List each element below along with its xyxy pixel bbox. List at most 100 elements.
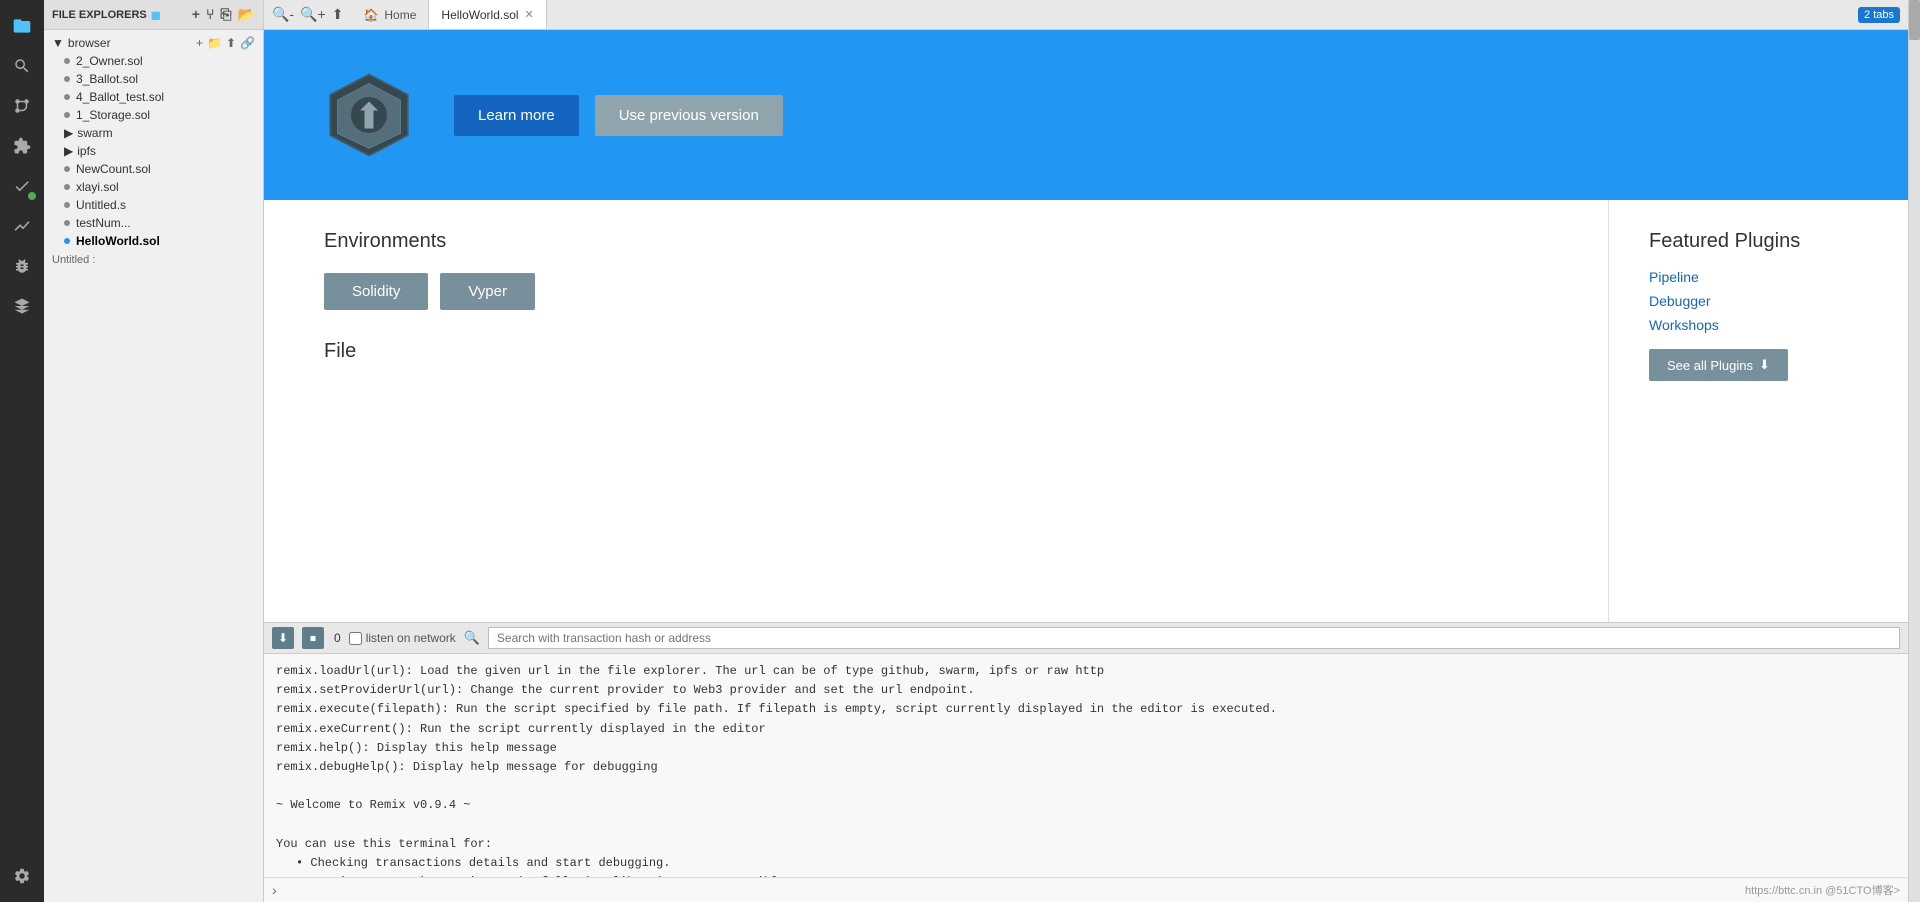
tab-home-icon[interactable]: ⬆ (332, 6, 344, 23)
swarm-label: swarm (77, 126, 112, 140)
file-name: testNum... (76, 216, 131, 230)
see-all-plugins-button[interactable]: See all Plugins ⬇ (1649, 349, 1788, 381)
file-item[interactable]: 3_Ballot.sol (44, 70, 263, 88)
file-item[interactable]: 1_Storage.sol (44, 106, 263, 124)
remix-logo (324, 70, 414, 160)
search-icon[interactable] (4, 48, 40, 84)
browser-triangle: ▼ (52, 36, 64, 50)
file-item[interactable]: xlayi.sol (44, 178, 263, 196)
tab-helloworld[interactable]: HelloWorld.sol ✕ (429, 0, 546, 29)
terminal-search-icon[interactable]: 🔍 (464, 630, 480, 646)
fe-add-icon[interactable]: + (192, 6, 200, 23)
use-previous-button[interactable]: Use previous version (595, 95, 783, 136)
untitled-label: Untitled : (44, 250, 263, 270)
listen-on-network[interactable]: listen on network (349, 631, 456, 645)
fe-link-icon[interactable]: 🔗 (240, 36, 255, 50)
fe-load-icon[interactable]: ⬆ (226, 36, 236, 50)
tab-helloworld-label: HelloWorld.sol (441, 8, 518, 22)
git-icon[interactable] (4, 88, 40, 124)
content-area: Learn more Use previous version Environm… (264, 30, 1908, 902)
file-name: NewCount.sol (76, 162, 151, 176)
home-content: Environments Solidity Vyper File Feature… (264, 200, 1908, 622)
file-item[interactable]: testNum... (44, 214, 263, 232)
file-dot (64, 112, 70, 118)
terminal-output: remix.loadUrl(url): Load the given url i… (264, 654, 1908, 877)
terminal-prompt: › https://bttc.cn.in @51CTO博客> (264, 877, 1908, 902)
fe-copy-icon[interactable]: ⎘ (220, 6, 231, 23)
terminal-line: remix.debugHelp(): Display help message … (276, 758, 1896, 777)
see-all-arrow-icon: ⬇ (1759, 357, 1770, 373)
layers-icon[interactable] (4, 288, 40, 324)
tabs-count: 2 tabs (1858, 7, 1900, 23)
settings-icon[interactable] (4, 858, 40, 894)
tab-home-label: Home (384, 8, 416, 22)
fe-new-folder-icon[interactable]: 📁 (207, 36, 222, 50)
file-dot (64, 220, 70, 226)
file-section-title: File (324, 340, 1548, 363)
terminal-bullet: • Checking transactions details and star… (276, 854, 1896, 873)
swarm-folder[interactable]: ▶ swarm (44, 124, 263, 142)
terminal-url: https://bttc.cn.in @51CTO博客> (1745, 882, 1900, 898)
terminal-count: 0 (334, 631, 341, 645)
plugin-pipeline[interactable]: Pipeline (1649, 269, 1868, 285)
file-item[interactable]: NewCount.sol (44, 160, 263, 178)
fe-new-file-icon[interactable]: + (196, 36, 203, 50)
scrollbar-thumb[interactable] (1909, 0, 1920, 40)
browser-folder[interactable]: ▼ browser + 📁 ⬆ 🔗 (44, 34, 263, 52)
ipfs-label: ipfs (77, 144, 96, 158)
browser-label: browser (68, 36, 111, 50)
terminal-line: remix.loadUrl(url): Load the given url i… (276, 662, 1896, 681)
file-tree: ▼ browser + 📁 ⬆ 🔗 2_Owner.sol 3_Ballot.s… (44, 30, 263, 902)
file-item[interactable]: 4_Ballot_test.sol (44, 88, 263, 106)
file-dot (64, 94, 70, 100)
hero-buttons: Learn more Use previous version (454, 95, 783, 136)
files-icon[interactable] (4, 8, 40, 44)
ipfs-folder[interactable]: ▶ ipfs (44, 142, 263, 160)
see-all-label: See all Plugins (1667, 358, 1753, 373)
file-item[interactable]: HelloWorld.sol (44, 232, 263, 250)
fe-github-icon[interactable]: ⑂ (206, 6, 214, 23)
chart-icon[interactable] (4, 208, 40, 244)
terminal-clear-button[interactable]: ⬇ (272, 627, 294, 649)
file-name: 1_Storage.sol (76, 108, 150, 122)
home-right-panel: Featured Plugins Pipeline Debugger Works… (1608, 200, 1908, 622)
file-dot (64, 184, 70, 190)
file-item[interactable]: Untitled.s (44, 196, 263, 214)
terminal-chevron-icon[interactable]: › (272, 882, 277, 898)
check-icon[interactable] (4, 168, 40, 204)
tab-zoom-out-icon[interactable]: 🔍- (272, 6, 294, 23)
fe-folder-icon[interactable]: 📂 (238, 6, 255, 23)
solidity-button[interactable]: Solidity (324, 273, 428, 310)
terminal-welcome: ~ Welcome to Remix v0.9.4 ~ (276, 796, 1896, 815)
plugin-workshops[interactable]: Workshops (1649, 317, 1868, 333)
tab-close-icon[interactable]: ✕ (525, 8, 534, 21)
file-name: 2_Owner.sol (76, 54, 143, 68)
listen-checkbox[interactable] (349, 632, 362, 645)
tab-zoom-in-icon[interactable]: 🔍+ (300, 6, 326, 23)
tab-bar: 🔍- 🔍+ ⬆ 🏠 Home HelloWorld.sol ✕ 2 tabs (264, 0, 1908, 30)
home-icon: 🏠 (363, 8, 378, 22)
plugin-icon[interactable] (4, 128, 40, 164)
learn-more-button[interactable]: Learn more (454, 95, 579, 136)
terminal-line: remix.execute(filepath): Run the script … (276, 700, 1896, 719)
terminal-toolbar: ⬇ ⏹ 0 listen on network 🔍 (264, 623, 1908, 654)
tab-home[interactable]: 🏠 Home (351, 0, 429, 29)
terminal-line: remix.help(): Display this help message (276, 739, 1896, 758)
file-dot (64, 166, 70, 172)
file-item[interactable]: 2_Owner.sol (44, 52, 263, 70)
main-area: 🔍- 🔍+ ⬆ 🏠 Home HelloWorld.sol ✕ 2 tabs (264, 0, 1908, 902)
terminal-search-input[interactable] (488, 627, 1900, 649)
listen-label: listen on network (366, 631, 456, 645)
terminal-line: remix.setProviderUrl(url): Change the cu… (276, 681, 1896, 700)
right-scrollbar[interactable] (1908, 0, 1920, 902)
hero-section: Learn more Use previous version (264, 30, 1908, 200)
file-name: 3_Ballot.sol (76, 72, 138, 86)
swarm-triangle: ▶ (64, 126, 73, 140)
terminal-stop-button[interactable]: ⏹ (302, 627, 324, 649)
file-name: HelloWorld.sol (76, 234, 160, 248)
plugin-debugger[interactable]: Debugger (1649, 293, 1868, 309)
terminal-line: remix.exeCurrent(): Run the script curre… (276, 720, 1896, 739)
featured-plugins-title: Featured Plugins (1649, 230, 1868, 253)
bug-icon[interactable] (4, 248, 40, 284)
vyper-button[interactable]: Vyper (440, 273, 535, 310)
